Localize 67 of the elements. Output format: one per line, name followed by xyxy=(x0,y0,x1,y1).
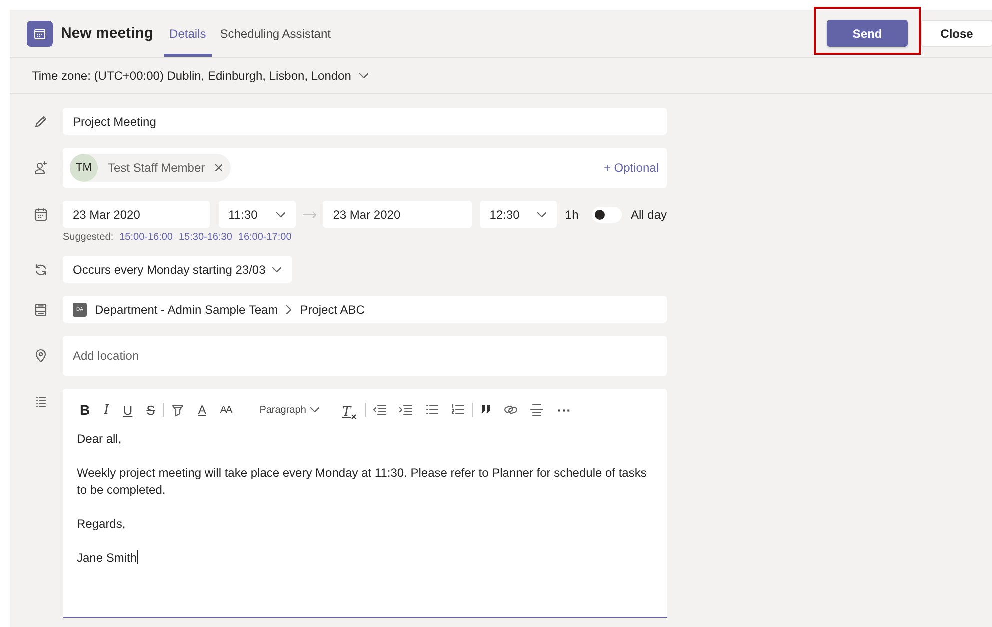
close-icon xyxy=(351,414,358,420)
outdent-icon[interactable] xyxy=(373,403,388,417)
indent-icon[interactable] xyxy=(399,403,414,417)
recurrence-dropdown[interactable]: Occurs every Monday starting 23/03 xyxy=(63,256,292,283)
time-value: 11:30 xyxy=(228,208,258,222)
bulleted-list-icon[interactable] xyxy=(425,403,440,417)
suggested-time-link[interactable]: 16:00-17:00 xyxy=(238,232,292,243)
recurrence-value: Occurs every Monday starting 23/03 xyxy=(73,262,266,276)
optional-link[interactable]: + Optional xyxy=(604,161,659,175)
all-day-toggle[interactable] xyxy=(592,206,622,222)
person-name: Test Staff Member xyxy=(108,161,206,175)
suggested-time-link[interactable]: 15:00-16:00 xyxy=(120,232,173,243)
location-field[interactable]: Add location xyxy=(63,336,667,376)
chevron-down-icon xyxy=(272,266,282,272)
location-pin-icon xyxy=(34,349,48,363)
time-dropdown[interactable]: 12:30 xyxy=(480,201,558,228)
all-day-label: All day xyxy=(630,208,668,222)
chevron-down-icon xyxy=(537,212,548,218)
highlighter-icon[interactable] xyxy=(171,403,186,417)
window-title: New meeting xyxy=(61,25,154,42)
chevron-down-icon xyxy=(310,407,320,413)
date-field[interactable]: 23 Mar 2020 xyxy=(63,201,210,228)
close-icon[interactable] xyxy=(215,164,224,172)
body-paragraph: Regards, xyxy=(77,516,127,533)
calendar-icon xyxy=(34,208,48,222)
tab[interactable]: Scheduling Assistant xyxy=(214,10,337,57)
attendee-field[interactable]: TM Test Staff Member + Optional xyxy=(63,148,667,188)
duration-label: 1h xyxy=(565,208,579,222)
arrow-right-icon xyxy=(302,210,318,218)
suggested-label: Suggested: xyxy=(63,232,114,243)
body-paragraph: Jane Smith xyxy=(77,550,140,567)
team-name: Department - Admin Sample Team xyxy=(95,302,278,316)
chevron-down-icon xyxy=(359,72,370,78)
channel-icon xyxy=(34,302,48,316)
underline-button[interactable]: U xyxy=(116,400,140,420)
body-paragraph: Dear all, xyxy=(77,431,123,448)
add-person-icon xyxy=(34,161,48,175)
person-chip[interactable]: TM Test Staff Member xyxy=(70,154,232,182)
close-button[interactable]: Close xyxy=(921,20,992,47)
bold-button[interactable]: B xyxy=(73,400,98,420)
chevron-down-icon xyxy=(276,212,286,218)
time-dropdown[interactable]: 11:30 xyxy=(218,201,296,228)
channel-name: Project ABC xyxy=(300,302,365,316)
italic-button[interactable]: I xyxy=(97,400,116,420)
more-options-button[interactable]: ⋯ xyxy=(550,400,578,420)
font-color-button[interactable]: A xyxy=(191,400,214,420)
date-field[interactable]: 23 Mar 2020 xyxy=(323,201,472,228)
tab[interactable]: Details xyxy=(164,10,212,57)
body-paragraph: Weekly project meeting will take place every Monday at 11:30. Please refer to Planner for schedule of tasks to be completed. xyxy=(77,465,648,499)
clear-formatting-button[interactable]: T xyxy=(335,400,364,420)
repeat-icon xyxy=(34,262,48,276)
font-size-button[interactable]: AA xyxy=(213,400,239,420)
time-value: 12:30 xyxy=(490,208,520,222)
avatar: TM xyxy=(70,154,98,182)
link-icon[interactable] xyxy=(504,403,518,417)
strikethrough-button[interactable]: S xyxy=(140,400,162,420)
send-button[interactable]: Send xyxy=(827,20,908,47)
horizontal-rule-icon[interactable] xyxy=(530,403,544,417)
calendar-icon xyxy=(27,20,53,46)
numbered-list-icon[interactable] xyxy=(451,403,466,417)
title-field[interactable]: Project Meeting xyxy=(63,108,667,135)
pencil-icon xyxy=(34,114,48,128)
chevron-right-icon xyxy=(286,304,292,314)
suggested-time-link[interactable]: 15:30-16:30 xyxy=(179,232,232,243)
details-list-icon xyxy=(34,395,48,409)
time-zone-dropdown[interactable]: Time zone: (UTC+00:00) Dublin, Edinburgh, Lisbon, London xyxy=(32,68,352,82)
paragraph-dropdown[interactable]: Paragraph xyxy=(252,400,328,420)
